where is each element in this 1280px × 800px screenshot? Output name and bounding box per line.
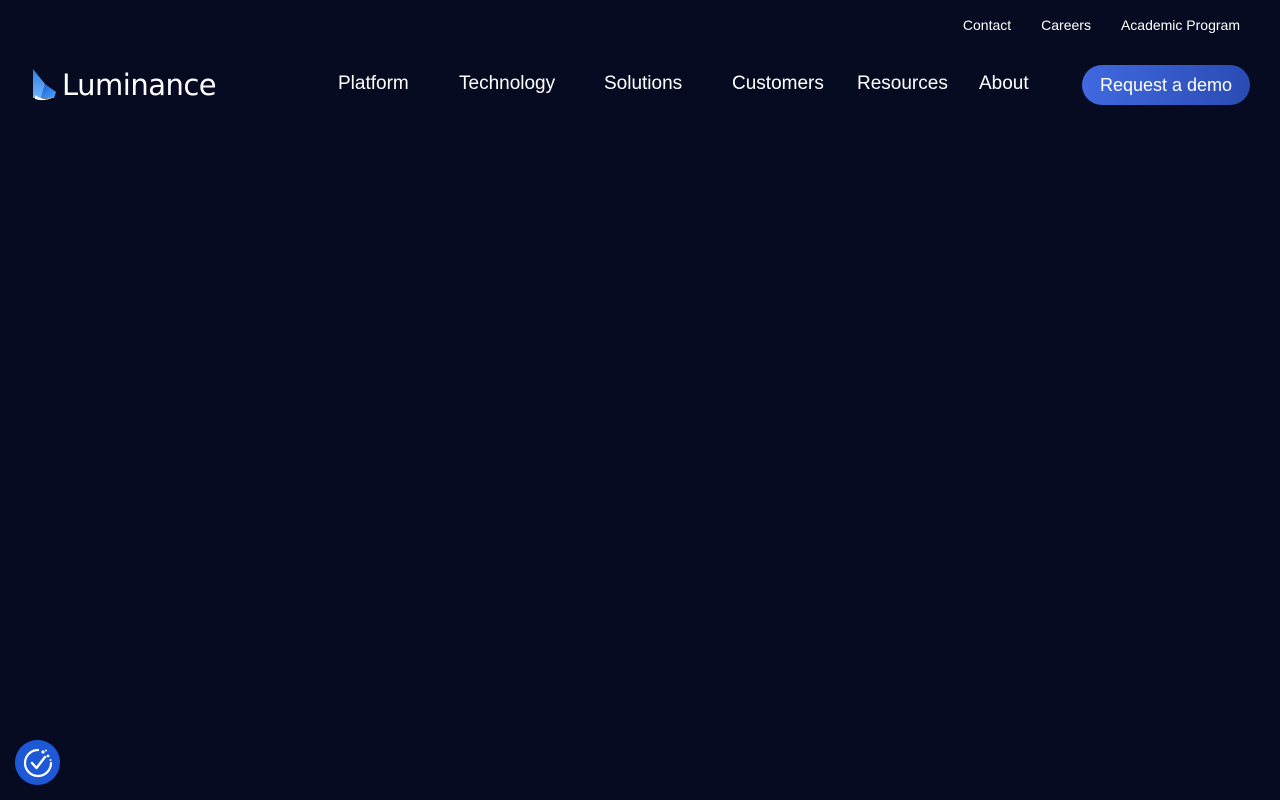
nav-item-technology[interactable]: Technology — [459, 72, 555, 96]
cookie-consent-button[interactable] — [15, 740, 60, 785]
utility-nav: Contact Careers Academic Program — [963, 16, 1240, 34]
nav-item-about[interactable]: About — [979, 72, 1029, 96]
utility-link-academic-program[interactable]: Academic Program — [1121, 16, 1240, 34]
request-demo-button[interactable]: Request a demo — [1082, 65, 1250, 105]
cookie-consent-icon — [23, 748, 52, 777]
utility-link-careers[interactable]: Careers — [1041, 16, 1091, 34]
nav-item-customers[interactable]: Customers — [732, 72, 824, 96]
page: Contact Careers Academic Program Luminan… — [0, 0, 1280, 800]
nav-item-resources[interactable]: Resources — [857, 72, 948, 96]
nav-item-platform[interactable]: Platform — [338, 72, 409, 96]
utility-link-contact[interactable]: Contact — [963, 16, 1011, 34]
nav-item-solutions[interactable]: Solutions — [604, 72, 682, 96]
